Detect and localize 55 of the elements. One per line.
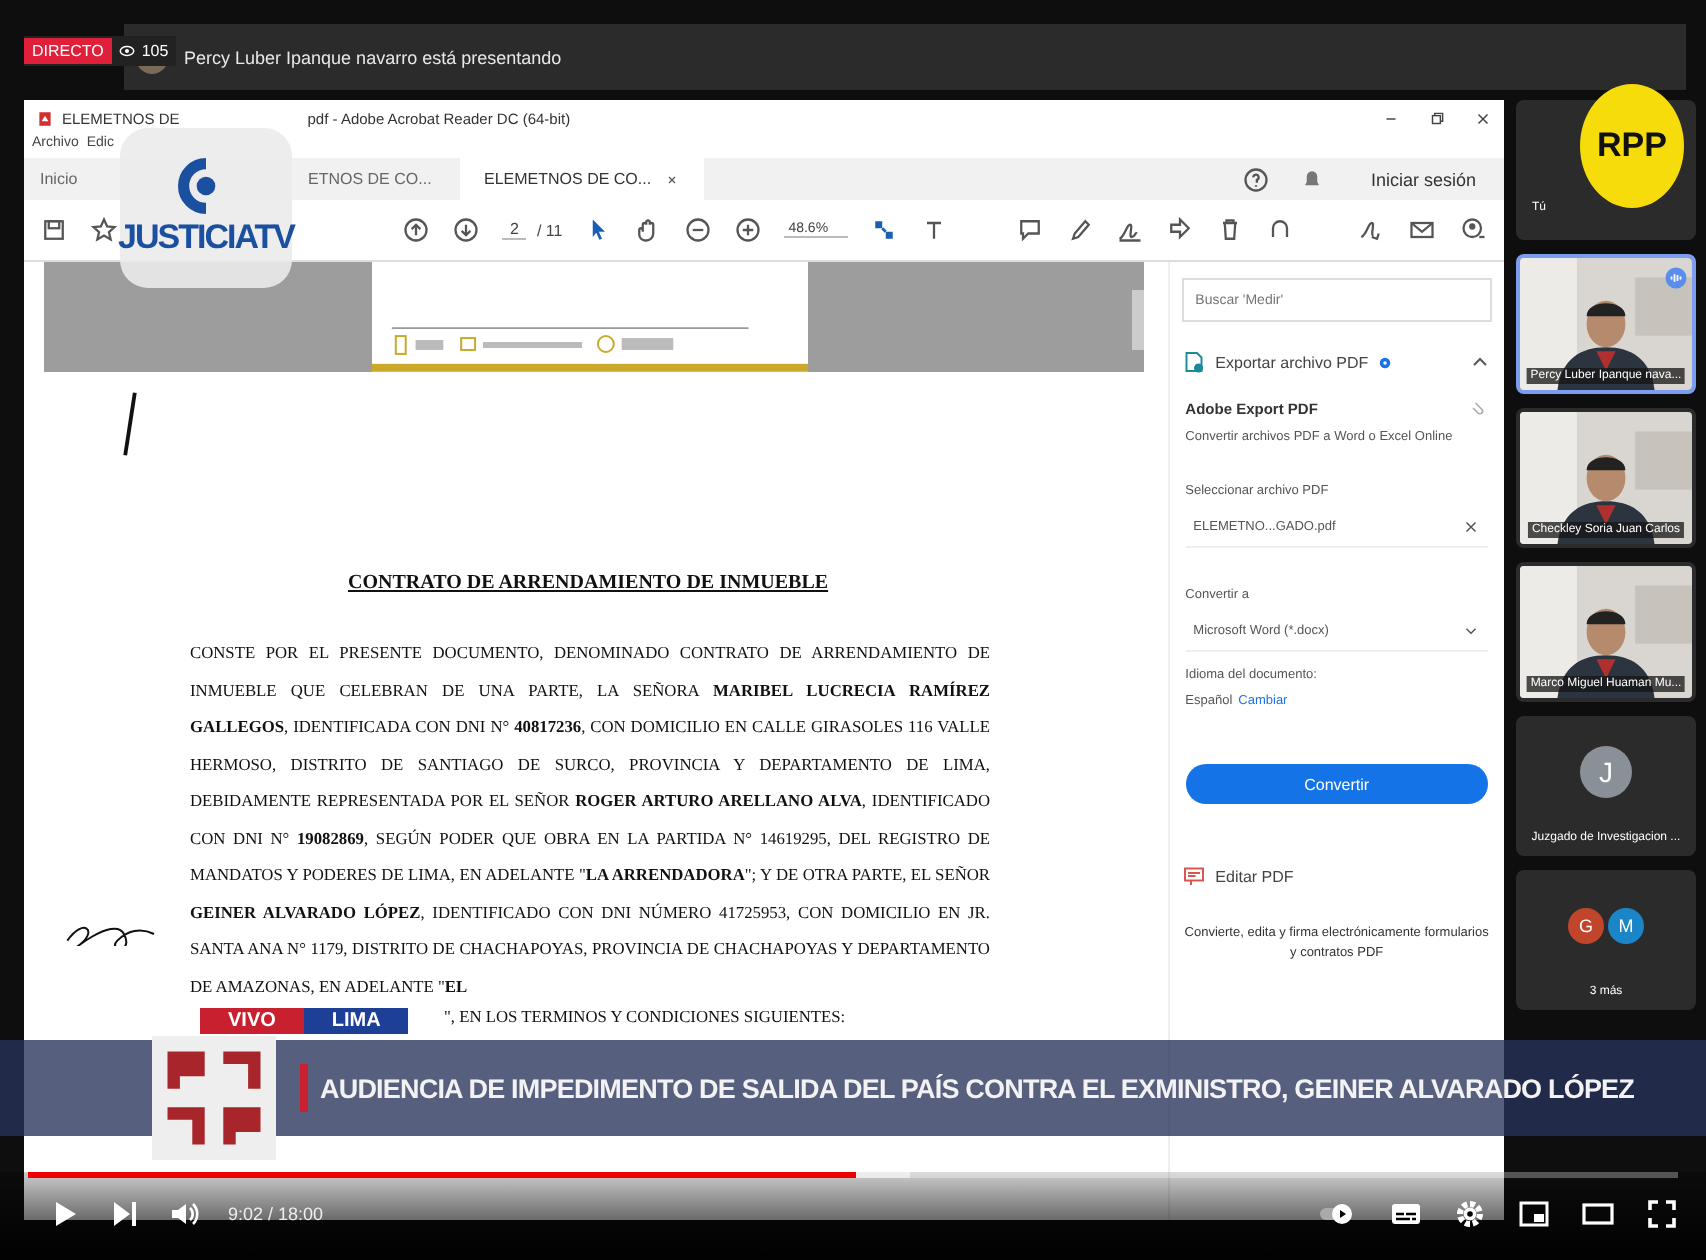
news-logo-icon [148,1036,280,1160]
export-pdf-icon[interactable] [1181,350,1206,374]
share-icon[interactable] [1166,216,1195,244]
zoom-out-icon[interactable] [684,216,713,244]
location-tag: LIMA [303,1008,409,1034]
help-icon[interactable] [1242,165,1271,193]
headline: AUDIENCIA DE IMPEDIMENTO DE SALIDA DEL PAÍS CONTRA EL EXMINISTRO, GEINER ALVARADO LÓPEZ [320,1073,1634,1103]
theater-mode-icon[interactable] [1582,1198,1614,1230]
mail-icon[interactable] [1408,216,1436,244]
page-field[interactable]: 2 [502,220,527,240]
eye-icon [117,42,136,60]
fullscreen-icon[interactable] [1646,1198,1678,1230]
avatar: M [1608,908,1644,944]
document-tab[interactable]: ELEMETNOS DE CO... [460,158,704,200]
comment-icon[interactable] [1016,216,1045,244]
sign-in-link[interactable]: Iniciar sesión [1370,169,1476,189]
settings-icon[interactable] [1454,1198,1486,1230]
info-icon [1378,355,1393,369]
pen-stroke-drawing [120,388,140,460]
sign-icon[interactable] [1356,216,1384,244]
section-title[interactable]: Editar PDF [1215,867,1294,885]
convert-button[interactable]: Convertir [1185,764,1488,804]
next-icon[interactable] [108,1198,140,1230]
document-title: CONTRATO DE ARRENDAMIENTO DE INMUEBLE [348,572,829,594]
autoplay-toggle-icon[interactable] [1314,1198,1358,1230]
location-tag: VIVO [200,1008,304,1034]
close-icon[interactable] [663,171,680,187]
miniplayer-icon[interactable] [1518,1198,1550,1230]
subtitles-icon[interactable] [1390,1198,1422,1230]
avatar: G [1568,908,1604,944]
close-icon[interactable] [1474,109,1492,127]
clear-icon[interactable] [1462,517,1480,535]
document-tab[interactable]: Inicio [24,158,100,200]
progress-bar[interactable] [28,1172,1678,1178]
live-badge: DIRECTO [24,38,112,64]
star-icon[interactable] [90,216,118,244]
volume-icon[interactable] [168,1198,200,1230]
page-count: / 11 [536,221,563,239]
restore-icon[interactable] [1428,109,1446,127]
pdf-icon [36,109,54,127]
document-paragraph: ", EN LOS TERMINOS Y CONDICIONES SIGUIENTES: [444,1006,846,1030]
section-title[interactable]: Exportar archivo PDF [1215,353,1369,371]
fit-page-icon[interactable] [870,216,899,244]
presenter-text: Percy Luber Ipanque navarro está presentando [184,47,562,67]
zoom-in-icon[interactable] [734,216,763,244]
viewer-count: 105 [141,42,169,60]
save-icon[interactable] [40,216,68,244]
document-paragraph: CONSTE POR EL PRESENTE DOCUMENTO, DENOMINADO CONTRATO DE ARRENDAMIENTO DE INMUEBLE QUE CELEBRAN DE UNA PARTE, LA SEÑORA MARIBEL LUCRECIA RAMÍREZ GALLEGOS, IDENTIFICADA CON DNI N° 40817236, CON DOMICILIO EN CALLE GIRASOLES 116 VALLE HERMOSO, DISTRITO DE SANTIAGO DE SURCO, PROVINCIA Y DEPARTAMENTO DE LIMA, DEBIDAMENTE REPRESENTADA POR EL SEÑOR ROGER ARTURO ARELLANO ALVA, IDENTIFICADO CON DNI N° 19082869, SEGÚN PODER QUE OBRA EN LA PARTIDA N° 14619295, DEL REGISTRO DE MANDATOS Y PODERES DE LIMA, EN ADELANTE "LA ARRENDADORA"; Y DE OTRA PARTE, EL SEÑOR GEINER ALVARADO LÓPEZ, IDENTIFICADO CON DNI NÚMERO 41725953, CON DOMICILIO EN JR. SANTA ANA N° 1179, DISTRITO DE CHACHAPOYAS, PROVINCIA DE CHACHAPOYAS Y DEPARTAMENTO DE AMAZONAS, EN ADELANTE "EL [190,642,990,999]
pen-icon[interactable] [1066,216,1095,244]
time-display: 9:02 / 18:00 [228,1204,324,1224]
edit-pdf-icon[interactable] [1181,864,1206,888]
channel-logo: JUSTICIATV [120,128,292,288]
avatar: J [1580,746,1632,798]
accent-bar [300,1064,308,1112]
audio-icon [1664,266,1688,290]
